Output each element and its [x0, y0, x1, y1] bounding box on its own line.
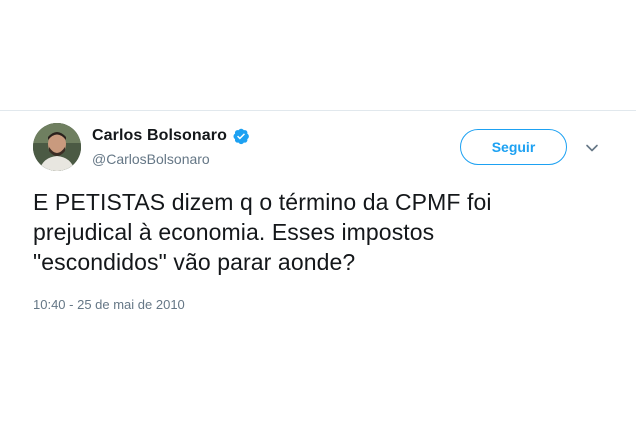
- avatar[interactable]: [33, 123, 81, 171]
- page: Carlos Bolsonaro @CarlosBolsonaro Seguir…: [0, 0, 636, 424]
- timestamp[interactable]: 10:40 - 25 de mai de 2010: [33, 297, 185, 312]
- tweet-card: Carlos Bolsonaro @CarlosBolsonaro Seguir…: [0, 110, 636, 331]
- follow-button[interactable]: Seguir: [460, 129, 567, 165]
- verified-badge-icon: [232, 127, 250, 145]
- author-info: Carlos Bolsonaro @CarlosBolsonaro: [92, 125, 250, 167]
- profile-photo-icon: [33, 123, 81, 171]
- display-name[interactable]: Carlos Bolsonaro: [92, 127, 227, 145]
- tweet-text: E PETISTAS dizem q o término da CPMF foi…: [33, 189, 492, 275]
- handle[interactable]: @CarlosBolsonaro: [92, 151, 250, 167]
- chevron-down-icon[interactable]: [585, 141, 599, 155]
- name-row: Carlos Bolsonaro: [92, 125, 250, 147]
